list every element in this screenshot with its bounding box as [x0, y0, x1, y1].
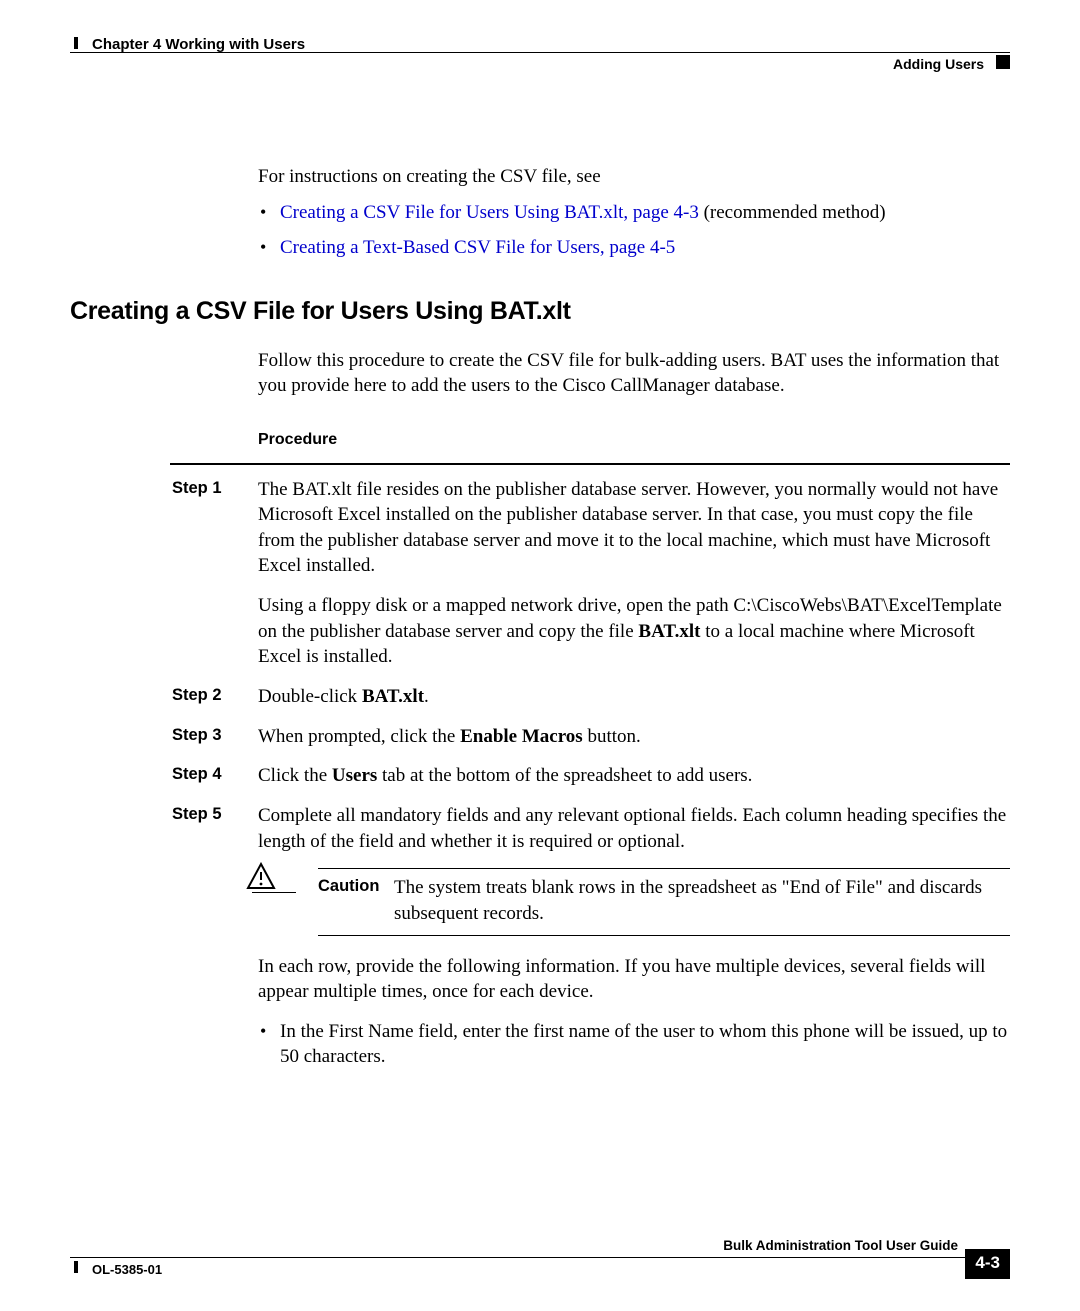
page-body: For instructions on creating the CSV fil…: [70, 73, 1010, 1070]
step-text: The BAT.xlt file resides on the publishe…: [258, 477, 1010, 580]
section-label: Adding Users: [893, 55, 984, 74]
guide-title: Bulk Administration Tool User Guide: [723, 1237, 958, 1255]
text-run: Click the: [258, 765, 332, 786]
step-3: Step 3 When prompted, click the Enable M…: [258, 724, 1010, 750]
step-1: Step 1 The BAT.xlt file resides on the p…: [258, 477, 1010, 670]
step-4: Step 4 Click the Users tab at the bottom…: [258, 763, 1010, 789]
bold-run: BAT.xlt: [638, 621, 700, 642]
step-text: When prompted, click the Enable Macros b…: [258, 724, 1010, 750]
step-text: Using a floppy disk or a mapped network …: [258, 593, 1010, 670]
procedure-label: Procedure: [258, 429, 1010, 451]
footer-tick-mark: [74, 1261, 78, 1273]
bold-run: BAT.xlt: [362, 686, 424, 707]
intro-text: For instructions on creating the CSV fil…: [258, 164, 1010, 190]
text-run: When prompted, click the: [258, 726, 460, 747]
step-text: Complete all mandatory fields and any re…: [258, 803, 1010, 854]
list-item: Creating a Text-Based CSV File for Users…: [280, 235, 1010, 261]
page: Chapter 4 Working with Users Adding User…: [0, 0, 1080, 1311]
header-rule: [70, 52, 1010, 53]
caution-label: Caution: [318, 875, 379, 897]
page-number: 4-3: [965, 1249, 1010, 1279]
page-header: Chapter 4 Working with Users Adding User…: [70, 35, 1010, 73]
header-square-icon: [996, 55, 1010, 69]
bold-run: Users: [332, 765, 377, 786]
caution-content: Caution The system treats blank rows in …: [318, 868, 1010, 935]
step-label: Step 4: [172, 763, 222, 785]
step-5: Step 5 Complete all mandatory fields and…: [258, 803, 1010, 1070]
text-run: .: [424, 686, 429, 707]
step-label: Step 1: [172, 477, 222, 499]
list-item: Creating a CSV File for Users Using BAT.…: [280, 200, 1010, 226]
caution-triangle-icon: [246, 862, 276, 898]
intro-bullet-list: Creating a CSV File for Users Using BAT.…: [258, 200, 1010, 261]
step-2: Step 2 Double-click BAT.xlt.: [258, 684, 1010, 710]
list-item: In the First Name field, enter the first…: [280, 1019, 1010, 1070]
page-footer: Bulk Administration Tool User Guide OL-5…: [70, 1243, 1010, 1275]
doc-number: OL-5385-01: [92, 1261, 162, 1279]
caution-icon-wrap: [252, 866, 296, 893]
text-run: tab at the bottom of the spreadsheet to …: [377, 765, 752, 786]
caution-block: Caution The system treats blank rows in …: [258, 868, 1010, 935]
cross-reference-link[interactable]: Creating a Text-Based CSV File for Users…: [280, 237, 675, 258]
section-heading: Creating a CSV File for Users Using BAT.…: [70, 295, 1010, 329]
step-text: Click the Users tab at the bottom of the…: [258, 763, 1010, 789]
step-text: In each row, provide the following infor…: [258, 954, 1010, 1005]
step-label: Step 2: [172, 684, 222, 706]
footer-rule: [70, 1257, 968, 1258]
procedure-rule: [170, 463, 1010, 465]
caution-text: The system treats blank rows in the spre…: [394, 875, 1010, 926]
link-suffix: (recommended method): [699, 202, 886, 223]
section-intro: Follow this procedure to create the CSV …: [258, 348, 1010, 399]
step-label: Step 3: [172, 724, 222, 746]
field-bullet-list: In the First Name field, enter the first…: [258, 1019, 1010, 1070]
text-run: button.: [583, 726, 641, 747]
step-text: Double-click BAT.xlt.: [258, 684, 1010, 710]
text-run: Double-click: [258, 686, 362, 707]
bold-run: Enable Macros: [460, 726, 583, 747]
header-tick-mark: [74, 37, 78, 49]
cross-reference-link[interactable]: Creating a CSV File for Users Using BAT.…: [280, 202, 699, 223]
step-label: Step 5: [172, 803, 222, 825]
